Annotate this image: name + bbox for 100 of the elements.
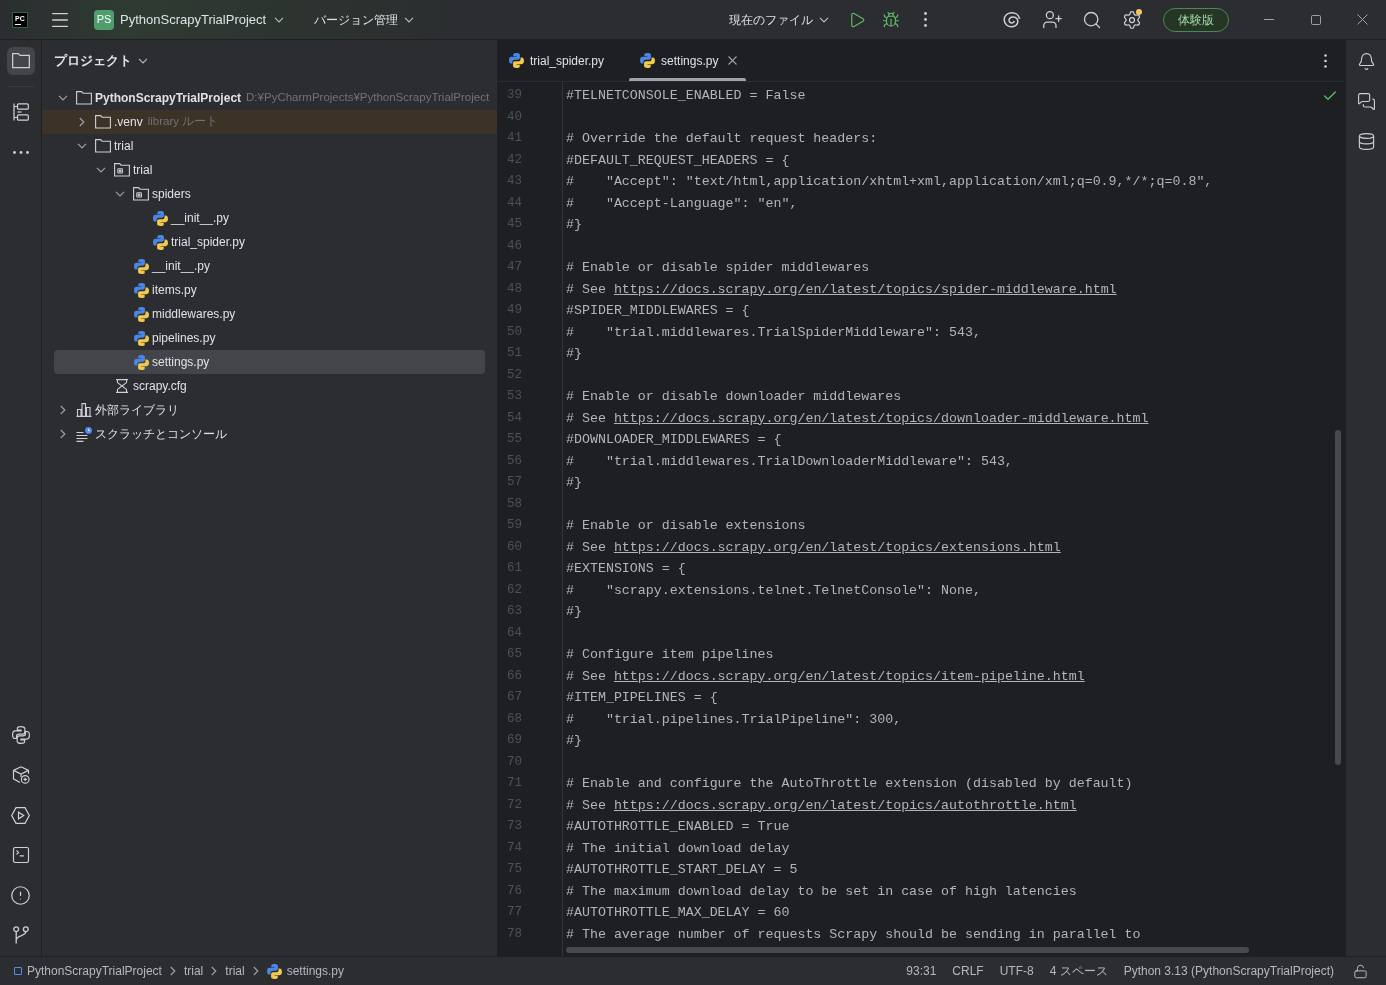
breadcrumb[interactable]: trial <box>179 960 208 982</box>
project-badge: PS <box>94 9 114 30</box>
add-user-icon <box>1041 9 1063 30</box>
tree-item[interactable]: items.py <box>42 278 497 302</box>
settings-icon <box>1122 9 1142 30</box>
bug-icon <box>882 10 900 29</box>
folder-icon <box>95 139 111 153</box>
code-line: #} <box>566 603 582 621</box>
chevron-right-icon <box>211 966 218 976</box>
code-link[interactable]: https://docs.scrapy.org/en/latest/topics/extensions.html <box>613 539 1061 555</box>
python-logo-icon <box>640 53 656 68</box>
tree-item[interactable]: 外部ライブラリ <box>42 398 497 422</box>
code-line: # Configure item pipelines <box>566 646 774 664</box>
python-logo-icon <box>152 210 168 226</box>
line-separator[interactable]: CRLF <box>944 960 992 982</box>
chevron-down-icon[interactable] <box>115 191 125 197</box>
code-line: #EXTENSIONS = { <box>566 560 686 578</box>
code-line: # "scrapy.extensions.telnet.TelnetConsole": None, <box>566 581 981 600</box>
square-icon <box>14 967 22 975</box>
chevron-down-icon[interactable] <box>77 143 87 149</box>
exclamation-circle-icon <box>10 884 31 906</box>
code-line: # The maximum download delay to be set in case of high latencies <box>566 882 1077 901</box>
code-line: # Enable or disable extensions <box>566 517 806 535</box>
tree-item[interactable]: __init__.py <box>42 206 497 230</box>
code-link[interactable]: https://docs.scrapy.org/en/latest/topics/item-pipeline.html <box>613 668 1085 684</box>
chevron-down-icon[interactable] <box>96 167 106 173</box>
code-link[interactable]: https://docs.scrapy.org/en/latest/topics/spider-middleware.html <box>613 281 1117 297</box>
tree-item[interactable]: settings.py <box>54 350 485 374</box>
play-icon <box>848 10 866 29</box>
chat-icon <box>1356 91 1376 111</box>
vertical-scrollbar[interactable] <box>1335 430 1341 765</box>
chevron-right-icon[interactable] <box>79 117 85 127</box>
database-icon <box>1356 131 1376 151</box>
hexagon-play-icon <box>11 806 30 824</box>
chevron-down-icon <box>274 16 285 23</box>
code-line: # See https://docs.scrapy.org/en/latest/topics/extensions.html <box>566 538 1061 557</box>
code-line: #DEFAULT_REQUEST_HEADERS = { <box>566 151 790 170</box>
more-icon <box>1323 53 1327 68</box>
run-configuration-menu[interactable]: 現在のファイル <box>723 4 835 35</box>
code-line: # The initial download delay <box>566 839 790 858</box>
horizontal-scrollbar[interactable] <box>566 947 1249 953</box>
tree-item[interactable]: middlewares.py <box>42 302 497 326</box>
python-logo-icon <box>11 726 30 744</box>
minimize-icon <box>1263 19 1274 20</box>
file-encoding[interactable]: UTF-8 <box>991 960 1042 982</box>
maximize-icon <box>1310 14 1321 25</box>
chevron-down-icon <box>404 16 415 23</box>
code-line: #AUTOTHROTTLE_START_DELAY = 5 <box>566 861 798 879</box>
chevron-down-icon[interactable] <box>58 95 68 101</box>
chevron-right-icon <box>169 966 176 976</box>
tree-item[interactable]: PythonScrapyTrialProject D:¥PyCharmProjects¥PythonScrapyTrialProject <box>42 86 497 110</box>
folder-icon <box>11 53 30 69</box>
tree-item[interactable]: trial <box>42 158 497 182</box>
tree-item-hint: D:¥PyCharmProjects¥PythonScrapyTrialProject <box>246 90 490 106</box>
python-interpreter[interactable]: Python 3.13 (PythonScrapyTrialProject) <box>1115 960 1342 982</box>
tree-item[interactable]: scrapy.cfg <box>42 374 497 398</box>
breadcrumb[interactable]: PythonScrapyTrialProject <box>10 960 166 982</box>
indent-setting[interactable]: 4 スペース <box>1041 960 1116 982</box>
breadcrumb[interactable]: trial <box>221 960 249 982</box>
tree-item[interactable]: スクラッチとコンソール <box>42 422 497 446</box>
trial-button[interactable]: 体験版 <box>1163 7 1229 32</box>
chevron-down-icon <box>819 16 829 23</box>
tree-item[interactable]: spiders <box>42 182 497 206</box>
vcs-menu[interactable]: バージョン管理 <box>308 4 421 35</box>
editor-tab[interactable]: settings.py <box>629 40 747 81</box>
python-logo-icon <box>152 234 168 250</box>
tool-window-button[interactable] <box>6 47 35 75</box>
close-icon[interactable] <box>728 56 738 65</box>
code-line: # See https://docs.scrapy.org/en/latest/topics/item-pipeline.html <box>566 667 1085 686</box>
bell-icon <box>1356 51 1376 71</box>
tree-item[interactable]: trial <box>42 134 497 158</box>
code-line: # See https://docs.scrapy.org/en/latest/topics/spider-middleware.html <box>566 280 1117 299</box>
tree-item[interactable]: __init__.py <box>42 254 497 278</box>
notes-clock-icon <box>76 426 92 442</box>
caret-position[interactable]: 93:31 <box>898 960 945 982</box>
code-line: #} <box>566 345 582 363</box>
code-link[interactable]: https://docs.scrapy.org/en/latest/topics/downloader-middleware.html <box>613 410 1149 426</box>
cube-icon <box>11 766 30 784</box>
python-logo-icon <box>266 963 282 979</box>
chevron-right-icon[interactable] <box>60 429 66 439</box>
project-view-menu[interactable]: プロジェクト <box>54 51 148 71</box>
code-line: #AUTOTHROTTLE_ENABLED = True <box>566 818 790 836</box>
code-line: # The average number of requests Scrapy should be sending in parallel to <box>566 925 1141 944</box>
tree-item[interactable]: pipelines.py <box>42 326 497 350</box>
chevron-right-icon[interactable] <box>60 405 66 415</box>
project-widget[interactable]: PS PythonScrapyTrialProject <box>90 4 289 35</box>
code-link[interactable]: https://docs.scrapy.org/en/latest/topics/autothrottle.html <box>613 797 1077 813</box>
code-line: # Enable and configure the AutoThrottle extension (disabled by default) <box>566 775 1133 793</box>
bar-chart-icon <box>76 403 92 417</box>
folder-icon <box>95 115 111 129</box>
editor-tab[interactable]: trial_spider.py <box>498 40 614 81</box>
python-logo-icon <box>133 282 149 298</box>
code-line: #SPIDER_MIDDLEWARES = { <box>566 302 750 320</box>
terminal-icon <box>10 845 31 865</box>
spiral-icon <box>1003 11 1021 28</box>
breadcrumb[interactable]: settings.py <box>262 960 348 982</box>
tree-item[interactable]: trial_spider.py <box>42 230 497 254</box>
tree-item[interactable]: .venv library ルート <box>42 110 497 134</box>
structure-icon <box>12 103 29 121</box>
tree-item-hint: library ルート <box>147 114 219 130</box>
